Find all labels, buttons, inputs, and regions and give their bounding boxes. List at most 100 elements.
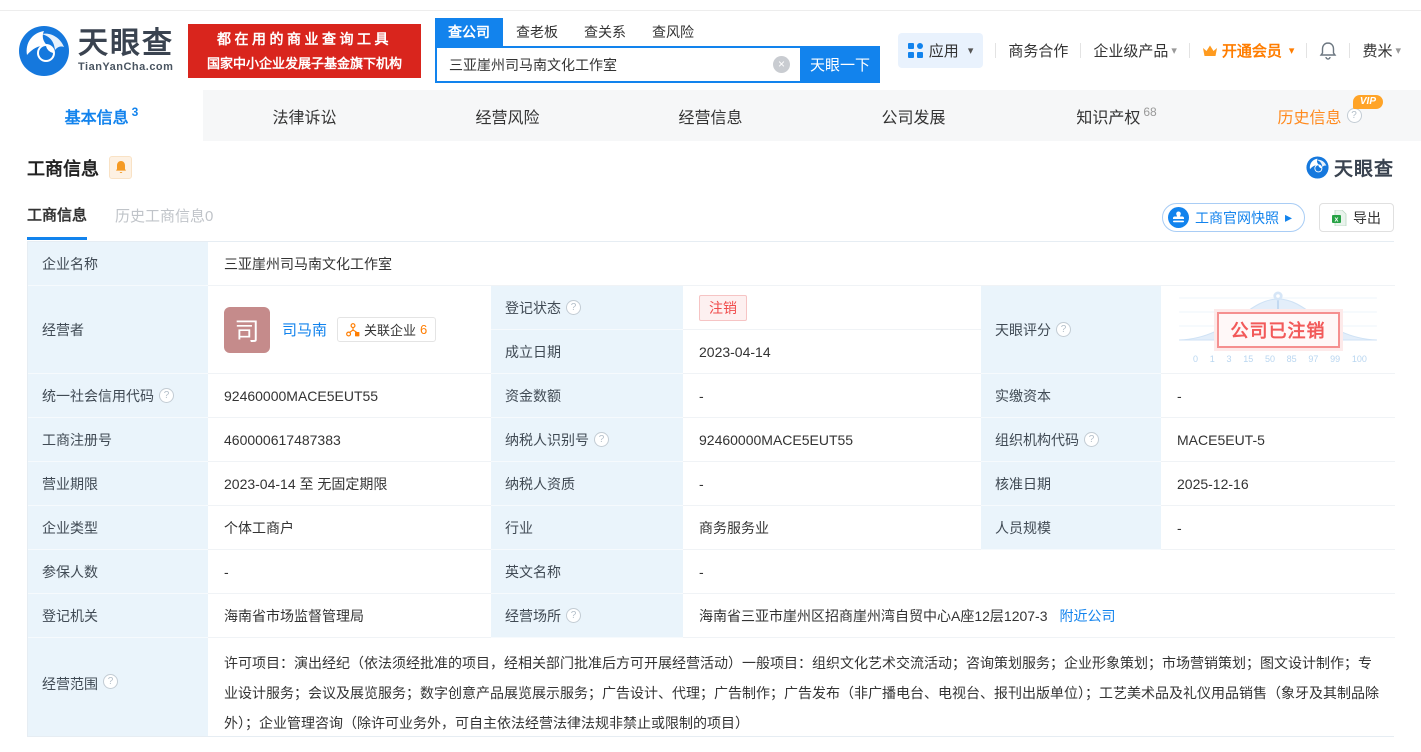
tianyancha-swirl-icon	[1306, 156, 1329, 179]
tab-basic-info[interactable]: 基本信息 3	[0, 90, 203, 141]
open-vip-button[interactable]: 开通会员 ▾	[1202, 40, 1295, 61]
help-icon[interactable]: ?	[1346, 108, 1362, 123]
tab-risk-label: 经营风险	[475, 109, 540, 127]
field-label: 企业类型	[28, 506, 208, 550]
apps-grid-icon	[907, 43, 923, 58]
svg-text:x: x	[1335, 216, 1339, 223]
divider	[995, 43, 997, 58]
help-icon[interactable]: ?	[566, 608, 581, 623]
tyc-score-cell: 0 1 3 15 50 85 97 99 100 公司已注销	[1161, 286, 1395, 374]
nearby-companies-link[interactable]: 附近公司	[1060, 606, 1116, 626]
business-site-label: 经营场所	[505, 607, 561, 624]
field-label: 天眼评分 ?	[981, 286, 1161, 374]
paid-capital-value: -	[1161, 374, 1395, 418]
help-icon[interactable]: ?	[1084, 432, 1099, 447]
chevron-down-icon: ▾	[1395, 45, 1401, 57]
tab-ip-label: 知识产权	[1076, 109, 1141, 127]
logo-subtitle: TianYanCha.com	[78, 60, 174, 73]
export-button[interactable]: x 导出	[1319, 203, 1394, 232]
field-label: 组织机构代码 ?	[981, 418, 1161, 462]
tab-legal-label: 法律诉讼	[272, 109, 337, 127]
tab-company-development[interactable]: 公司发展	[812, 90, 1015, 141]
help-icon[interactable]: ?	[1056, 322, 1071, 337]
approval-date-value: 2025-12-16	[1161, 462, 1395, 506]
search-tab-risk[interactable]: 查风险	[639, 18, 707, 46]
company-type-value: 个体工商户	[208, 506, 491, 550]
field-label: 纳税人资质	[491, 462, 683, 506]
search-button[interactable]: 天眼一下	[800, 46, 880, 83]
staff-size-value: -	[1161, 506, 1395, 550]
tab-legal-proceedings[interactable]: 法律诉讼	[203, 90, 406, 141]
search-tab-relation[interactable]: 查关系	[571, 18, 639, 46]
cooperation-label: 商务合作	[1008, 43, 1069, 60]
subscribe-bell-button[interactable]	[109, 156, 132, 179]
clear-search-icon[interactable]: ×	[773, 56, 790, 73]
site-header: 天眼查 TianYanCha.com 都在用的商业查询工具 国家中小企业发展子基…	[0, 11, 1421, 90]
field-label: 行业	[491, 506, 683, 550]
notification-bell-button[interactable]	[1319, 41, 1337, 60]
field-label: 企业名称	[28, 242, 208, 286]
field-label: 营业期限	[28, 462, 208, 506]
header-nav: 应用 ▾ 商务合作 企业级产品 ▾ 开通会员 ▾ 费米 ▾	[897, 33, 1401, 68]
watermark-brand-label: 天眼查	[1333, 159, 1394, 180]
field-label: 实缴资本	[981, 374, 1161, 418]
tab-intellectual-property[interactable]: 知识产权 68	[1015, 90, 1218, 141]
logo-title: 天眼查	[78, 26, 174, 60]
operator-avatar[interactable]: 司	[224, 306, 270, 353]
related-companies-label: 关联企业	[364, 323, 417, 338]
promo-line2: 国家中小企业发展子基金旗下机构	[206, 56, 402, 71]
reg-number-value: 460000617487383	[208, 418, 491, 462]
user-menu[interactable]: 费米 ▾	[1362, 40, 1401, 61]
arrow-right-icon: ▸	[1284, 209, 1292, 225]
field-label: 经营场所 ?	[491, 594, 683, 638]
org-network-icon	[346, 322, 360, 337]
tyc-score-label: 天眼评分	[995, 321, 1051, 338]
enterprise-products-menu[interactable]: 企业级产品 ▾	[1093, 40, 1177, 61]
help-icon[interactable]: ?	[594, 432, 609, 447]
business-site-address: 海南省三亚市崖州区招商崖州湾自贸中心A座12层1207-3	[699, 607, 1048, 624]
tab-operating-info[interactable]: 经营信息	[609, 90, 812, 141]
business-scope-label: 经营范围	[42, 676, 98, 692]
excel-icon: x	[1332, 209, 1347, 226]
official-snapshot-button[interactable]: 工商官网快照 ▸	[1161, 203, 1305, 232]
field-label: 统一社会信用代码 ?	[28, 374, 208, 418]
tab-history-label: 历史信息	[1277, 109, 1342, 127]
tianyancha-watermark-logo: 天眼查	[1306, 154, 1394, 181]
promo-line1: 都在用的商业查询工具	[217, 31, 392, 47]
related-companies-badge[interactable]: 关联企业 6	[337, 317, 437, 342]
tianyancha-logo[interactable]: 天眼查 TianYanCha.com	[18, 25, 174, 77]
tab-operating-risk[interactable]: 经营风险	[406, 90, 609, 141]
divider	[1080, 43, 1082, 58]
subtab-history-count: 0	[205, 208, 214, 225]
operator-name-link[interactable]: 司马南	[282, 319, 327, 340]
subtab-history-label: 历史工商信息	[115, 208, 206, 225]
operator-cell: 司 司马南 关联企业 6	[208, 286, 491, 374]
apps-menu-button[interactable]: 应用 ▾	[897, 33, 984, 68]
browser-top-strip	[0, 0, 1421, 11]
org-code-value: MACE5EUT-5	[1161, 418, 1395, 462]
establish-date-value: 2023-04-14	[683, 330, 981, 374]
field-label: 人员规模	[981, 506, 1161, 550]
chevron-down-icon: ▾	[967, 45, 974, 57]
search-tab-boss[interactable]: 查老板	[503, 18, 571, 46]
cooperation-link[interactable]: 商务合作	[1008, 40, 1068, 61]
main-content: 工商信息 天眼查 工商信息 历史工商信息0 工商官网快照 ▸ x 导出 企业名称…	[0, 154, 1421, 737]
search-tab-company[interactable]: 查公司	[435, 18, 503, 46]
tab-history-info[interactable]: VIP 历史信息 ?	[1218, 90, 1421, 141]
chevron-down-icon: ▾	[1288, 45, 1295, 57]
field-label: 经营范围 ?	[28, 638, 208, 736]
search-tabs: 查公司 查老板 查关系 查风险	[435, 18, 880, 46]
subtab-business-info[interactable]: 工商信息	[27, 204, 88, 240]
field-label: 资金数额	[491, 374, 683, 418]
search-input[interactable]	[435, 46, 800, 83]
field-label: 英文名称	[491, 550, 683, 594]
help-icon[interactable]: ?	[566, 300, 581, 315]
official-snapshot-label: 工商官网快照	[1194, 209, 1279, 226]
field-label: 成立日期	[491, 330, 683, 374]
insured-count-value: -	[208, 550, 491, 594]
help-icon[interactable]: ?	[103, 674, 118, 689]
help-icon[interactable]: ?	[159, 388, 174, 403]
subtab-history-business-info[interactable]: 历史工商信息0	[115, 205, 213, 238]
field-label: 参保人数	[28, 550, 208, 594]
export-label: 导出	[1353, 209, 1381, 226]
